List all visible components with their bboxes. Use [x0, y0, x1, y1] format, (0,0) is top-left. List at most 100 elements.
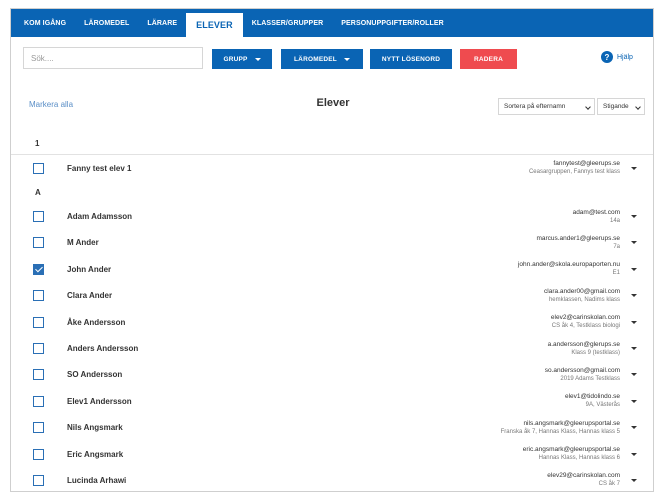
help-label: Hjälp — [617, 53, 633, 61]
radera-button[interactable]: Radera — [460, 49, 517, 69]
tab-klasser-grupper[interactable]: Klasser/Grupper — [243, 9, 333, 37]
expand-caret-icon[interactable] — [631, 267, 637, 271]
student-row: Lucinda Arhawi elev29@carinskolan.com CS… — [11, 467, 653, 491]
student-info: marcus.ander1@gleerups.se 7a — [536, 234, 620, 252]
search-placeholder: Sök.... — [31, 53, 54, 63]
student-name: Elev1 Andersson — [67, 396, 132, 406]
chevron-down-icon — [585, 104, 591, 110]
student-info: a.andersson@glerups.se Klass 9 (testklas… — [548, 340, 620, 358]
student-info: nils.angsmark@gleerupsportal.se Franska … — [501, 419, 620, 437]
caret-down-icon — [343, 57, 350, 61]
student-email: adam@test.com — [572, 208, 620, 216]
student-email: marcus.ander1@gleerups.se — [536, 234, 620, 242]
student-classes: 2019 Adams Testklass — [560, 375, 620, 382]
student-email: clara.ander00@gmail.com — [544, 287, 620, 295]
student-row: Åke Andersson elev2@carinskolan.com CS å… — [11, 309, 653, 335]
caret-down-icon — [254, 57, 261, 61]
expand-caret-icon[interactable] — [631, 373, 637, 377]
help-link[interactable]: ? Hjälp — [601, 51, 633, 63]
student-classes: Hannas Klass, Hannas klass 6 — [538, 455, 620, 462]
student-checkbox[interactable] — [33, 316, 44, 328]
student-row: John Ander john.ander@skola.europaporten… — [11, 256, 653, 282]
student-row: Fanny test elev 1 fannytest@gleerups.se … — [11, 155, 653, 181]
student-checkbox[interactable] — [33, 162, 44, 174]
expand-caret-icon[interactable] — [631, 294, 637, 298]
tab-kom-igang[interactable]: Kom igång — [15, 9, 75, 37]
tab-elever[interactable]: Elever — [186, 13, 243, 37]
student-checkbox[interactable] — [33, 290, 44, 302]
student-row: Adam Adamsson adam@test.com 14a — [11, 203, 653, 229]
chevron-down-icon — [635, 104, 641, 110]
student-row: M Ander marcus.ander1@gleerups.se 7a — [11, 230, 653, 256]
student-email: so.andersson@gmail.com — [544, 366, 620, 374]
student-classes: CS åk 7 — [598, 481, 620, 488]
expand-caret-icon[interactable] — [631, 241, 637, 245]
student-checkbox[interactable] — [33, 211, 44, 223]
expand-caret-icon[interactable] — [631, 399, 637, 403]
sort-field-value: Sortera på efternamn — [504, 103, 566, 110]
expand-caret-icon[interactable] — [631, 215, 637, 219]
student-row: Eric Angsmark eric.angsmark@gleerupsport… — [11, 441, 653, 467]
student-checkbox-checked[interactable] — [33, 263, 44, 275]
expand-caret-icon[interactable] — [631, 478, 637, 482]
group-header: A — [35, 187, 41, 197]
student-classes: CS åk 4, Testklass biologi — [551, 323, 620, 330]
student-checkbox[interactable] — [33, 422, 44, 434]
student-checkbox[interactable] — [33, 395, 44, 407]
student-classes: 14a — [609, 217, 620, 224]
list-header: Elever Markera alla Sortera på efternamn… — [11, 77, 653, 133]
student-name: Clara Ander — [67, 291, 113, 301]
student-info: eric.angsmark@gleerupsportal.se Hannas K… — [523, 445, 620, 463]
sort-order-select[interactable]: Stigande — [597, 98, 645, 115]
student-email: a.andersson@glerups.se — [547, 340, 620, 348]
student-info: fannytest@gleerups.se Ceasargruppen, Fan… — [529, 159, 620, 177]
expand-caret-icon[interactable] — [631, 452, 637, 456]
laromedel-label: Läromedel — [294, 55, 337, 63]
student-info: so.andersson@gmail.com 2019 Adams Testkl… — [545, 366, 620, 384]
mark-all-link[interactable]: Markera alla — [29, 100, 73, 109]
student-checkbox[interactable] — [33, 343, 44, 355]
student-name: SO Andersson — [67, 370, 123, 380]
nytt-losenord-label: Nytt lösenord — [381, 55, 441, 63]
student-name: Eric Angsmark — [67, 449, 124, 459]
sort-field-select[interactable]: Sortera på efternamn — [498, 98, 595, 115]
student-info: elev1@tidolindo.se 9A, Västerås — [565, 392, 620, 410]
student-email: eric.angsmark@gleerupsportal.se — [522, 446, 620, 454]
student-checkbox[interactable] — [33, 237, 44, 249]
student-name: Åke Andersson — [67, 317, 126, 327]
student-name: Anders Andersson — [67, 344, 139, 354]
student-email: elev29@carinskolan.com — [547, 472, 620, 480]
grupp-dropdown-button[interactable]: Grupp — [212, 49, 272, 69]
laromedel-dropdown-button[interactable]: Läromedel — [281, 49, 363, 69]
student-classes: Franska åk 7, Hannas Klass, Hannas klass… — [500, 428, 620, 435]
search-input[interactable]: Sök.... — [23, 47, 203, 69]
toolbar: Sök.... Grupp Läromedel Nytt lösenord Ra… — [11, 37, 653, 77]
app-frame: Kom igång Läromedel Lärare Elever Klasse… — [10, 8, 654, 492]
student-info: adam@test.com 14a — [573, 208, 620, 226]
tab-larare[interactable]: Lärare — [138, 9, 186, 37]
student-email: elev2@carinskolan.com — [550, 314, 620, 322]
expand-caret-icon[interactable] — [631, 426, 637, 430]
nytt-losenord-button[interactable]: Nytt lösenord — [370, 49, 452, 69]
expand-caret-icon[interactable] — [631, 347, 637, 351]
student-email: fannytest@gleerups.se — [553, 160, 620, 168]
tab-laromedel[interactable]: Läromedel — [75, 9, 138, 37]
expand-caret-icon[interactable] — [631, 166, 637, 170]
student-email: nils.angsmark@gleerupsportal.se — [523, 419, 620, 427]
student-checkbox[interactable] — [33, 369, 44, 381]
student-classes: Klass 9 (testklass) — [571, 349, 620, 356]
student-name: Nils Angsmark — [67, 423, 123, 433]
student-classes: Ceasargruppen, Fannys test klass — [528, 169, 620, 176]
student-info: john.ander@skola.europaporten.nu E1 — [518, 260, 620, 278]
student-info: clara.ander00@gmail.com hemklassen, Nadi… — [544, 287, 620, 305]
student-name: Adam Adamsson — [67, 212, 133, 222]
student-classes: E1 — [612, 270, 620, 277]
student-checkbox[interactable] — [33, 474, 44, 486]
student-checkbox[interactable] — [33, 448, 44, 460]
student-email: elev1@tidolindo.se — [564, 393, 620, 401]
expand-caret-icon[interactable] — [631, 320, 637, 324]
tab-personuppgifter-roller[interactable]: Personuppgifter/Roller — [332, 9, 453, 37]
radera-label: Radera — [473, 55, 503, 63]
student-row: Elev1 Andersson elev1@tidolindo.se 9A, V… — [11, 388, 653, 414]
student-name: John Ander — [67, 264, 112, 274]
